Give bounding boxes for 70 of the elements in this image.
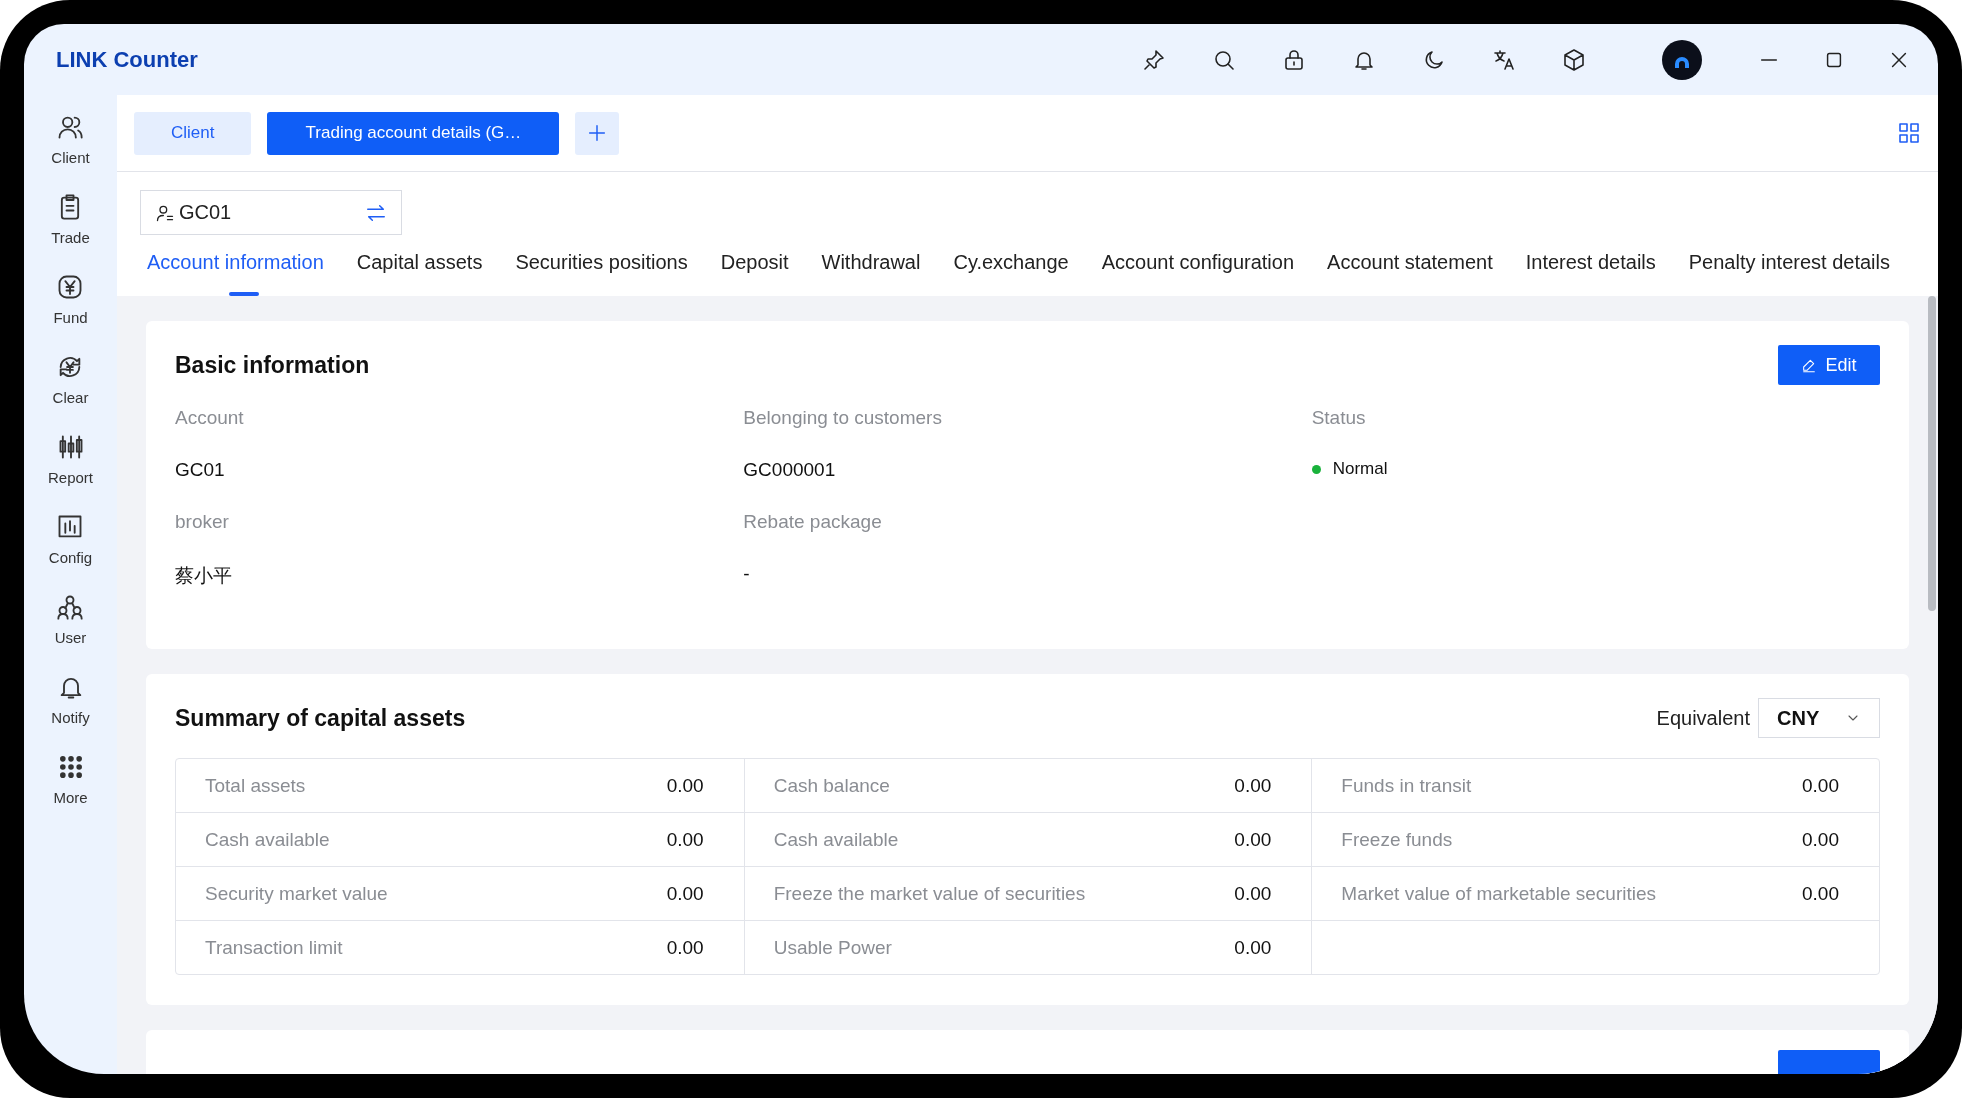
field-label: Status <box>1311 407 1367 429</box>
user-group-icon <box>56 593 85 621</box>
section-tab[interactable]: Securities positions <box>498 246 705 296</box>
lock-icon[interactable] <box>1282 47 1306 72</box>
scrollbar[interactable] <box>1928 296 1936 611</box>
field-value: 蔡小平 <box>175 564 233 588</box>
metric-label: Cash available <box>205 828 330 851</box>
sidebar-item[interactable]: Client <box>51 113 90 166</box>
metric-value: 0.00 <box>1234 828 1272 851</box>
sidebar-item[interactable]: Fund <box>53 273 88 326</box>
page-tab[interactable]: Trading account details (G… <box>267 111 560 155</box>
page-tab[interactable]: Client <box>134 111 252 155</box>
metric-label: Cash available <box>773 828 899 851</box>
metric-value: 0.00 <box>666 774 704 797</box>
field-label: Rebate package <box>743 511 883 533</box>
metric-value: 0.00 <box>666 828 704 851</box>
section-tab[interactable]: Capital assets <box>339 246 500 296</box>
grid-icon[interactable] <box>1897 121 1921 145</box>
metric-label: Funds in transit <box>1341 774 1472 797</box>
metric-value: 0.00 <box>1234 882 1272 905</box>
sidebar-item[interactable]: Config <box>48 513 93 566</box>
currency-select[interactable]: CNY <box>1758 698 1880 738</box>
section-tab[interactable]: Interest details <box>1508 246 1673 296</box>
cube-icon[interactable] <box>1562 47 1586 72</box>
sidebar-item[interactable]: More <box>53 753 88 806</box>
metric-value: 0.00 <box>1234 774 1272 797</box>
sidebar-item[interactable]: Report <box>48 433 93 486</box>
metric-label: Transaction limit <box>205 936 343 959</box>
metric-label: Freeze the market value of securities <box>773 882 1086 905</box>
translate-icon[interactable] <box>1492 47 1516 72</box>
section-tab[interactable]: Deposit <box>703 246 806 296</box>
section-tab[interactable]: Account configuration <box>1084 246 1312 296</box>
avatar-icon[interactable] <box>1662 39 1702 80</box>
metric-label: Total assets <box>205 774 306 797</box>
section-tab[interactable]: Cy.exchange <box>936 246 1086 296</box>
app-title: LINK Counter <box>56 46 198 73</box>
metric-value: 0.00 <box>1802 774 1839 797</box>
edit-button[interactable]: Edit <box>1778 345 1880 385</box>
field-value: GC01 <box>175 459 226 481</box>
metric-value: 0.00 <box>1234 936 1272 959</box>
pin-icon[interactable] <box>1142 47 1166 72</box>
field-label: broker <box>175 511 230 533</box>
metric-label: Usable Power <box>773 936 892 959</box>
pencil-icon <box>1801 357 1818 373</box>
metric-label: Market value of marketable securities <box>1341 882 1656 905</box>
section-tab[interactable]: Account information <box>140 246 341 296</box>
metric-value: 0.00 <box>666 936 704 959</box>
section-tab[interactable]: Account statement <box>1310 246 1510 296</box>
section-title: Basic information <box>175 351 370 379</box>
sidebar-item[interactable]: Clear <box>52 353 89 406</box>
field-value: - <box>743 563 751 585</box>
sidebar-item[interactable]: User <box>54 593 87 646</box>
equivalent-label: Equivalent <box>1656 706 1750 730</box>
metric-value: 0.00 <box>666 882 704 905</box>
section-title: Summary of capital assets <box>175 704 466 732</box>
field-label: Belonging to customers <box>743 407 943 429</box>
status-text: Normal <box>1332 459 1388 479</box>
field-value: GC000001 <box>743 459 837 481</box>
sidebar-item[interactable]: Trade <box>51 193 90 246</box>
section-tab[interactable]: Penalty interest details <box>1671 246 1907 296</box>
metric-value: 0.00 <box>1802 882 1839 905</box>
account-selector[interactable]: GC01 <box>140 190 402 235</box>
field-label: Account <box>175 407 245 429</box>
add-tab-button[interactable] <box>575 111 620 155</box>
section-tab[interactable]: Withdrawal <box>804 246 938 296</box>
metric-value: 0.00 <box>1802 828 1839 851</box>
sidebar-item[interactable]: Notify <box>51 673 90 726</box>
metric-label: Cash balance <box>773 774 890 797</box>
metric-label: Freeze funds <box>1341 828 1453 851</box>
metric-label: Security market value <box>205 882 388 905</box>
